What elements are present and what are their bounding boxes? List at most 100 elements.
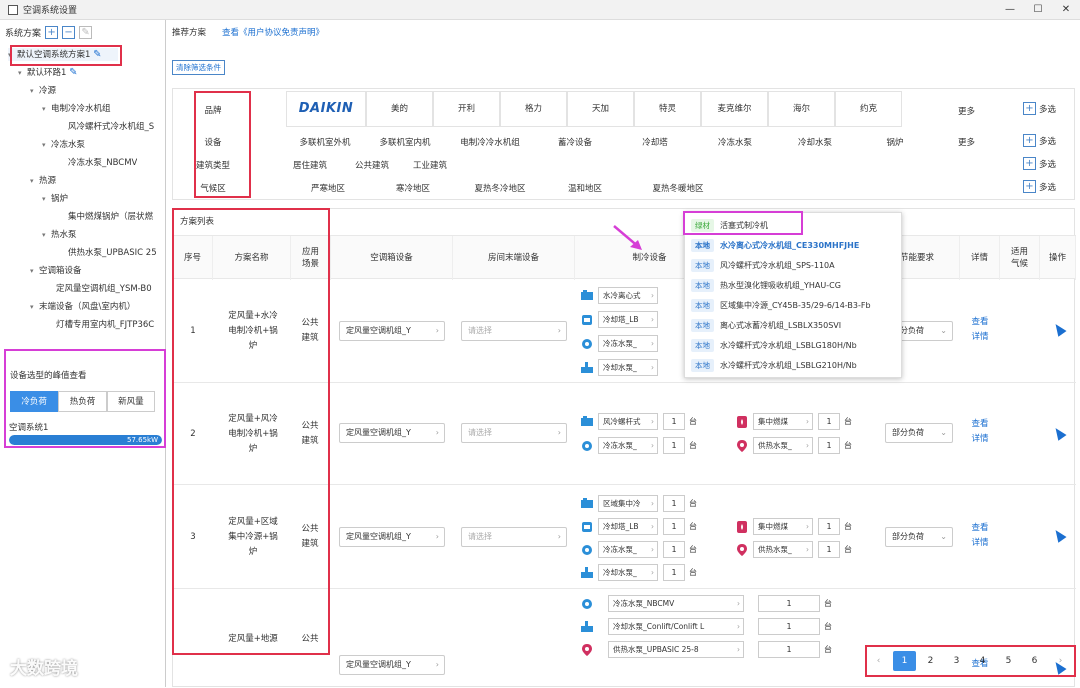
add-button[interactable]: + — [45, 25, 59, 39]
tree-node[interactable]: 冷冻水泵_NBCMV — [68, 156, 137, 168]
next-page-button[interactable]: › — [1049, 651, 1072, 671]
tree-node[interactable]: ▾ 锅炉 — [42, 192, 68, 204]
device-item[interactable]: 多联机室内机 — [365, 136, 445, 148]
brand-item[interactable]: 天加 — [567, 91, 634, 127]
dropdown-item[interactable]: 本地 离心式冰蓄冷机组_LSBLX350SVI — [691, 317, 841, 333]
climate-multi[interactable]: + 多选 — [1023, 180, 1056, 193]
brand-item[interactable]: 开利 — [433, 91, 500, 127]
tree-node[interactable]: ▾ 热水泵 — [42, 228, 77, 240]
device-item[interactable]: 电制冷冷水机组 — [445, 136, 535, 148]
locate-cursor-icon[interactable] — [1051, 321, 1067, 337]
equipment-select[interactable]: 冷却水泵_ › — [598, 564, 658, 581]
equipment-select[interactable]: 集中燃煤 › — [753, 413, 813, 430]
dropdown-item[interactable]: 本地 水冷螺杆式冷水机组_LSBLG210H/Nb — [691, 357, 857, 373]
tab-heating-load[interactable]: 热负荷 — [58, 391, 107, 412]
equipment-select[interactable]: 风冷螺杆式 › — [598, 413, 658, 430]
dropdown-item[interactable]: 本地 水冷螺杆式冷水机组_LSBLG180H/Nb — [691, 337, 857, 353]
building-item[interactable]: 居住建筑 — [275, 159, 345, 171]
page-button[interactable]: 3 — [945, 651, 968, 671]
view-detail-link[interactable]: 查看详情 — [968, 315, 992, 345]
building-multi[interactable]: + 多选 — [1023, 157, 1056, 170]
dropdown-item[interactable]: 本地 水冷离心式冷水机组_CE330MHFJHE — [691, 237, 859, 253]
tree-node[interactable]: 供热水泵_UPBASIC 25 — [68, 246, 164, 258]
building-item[interactable]: 工业建筑 — [395, 159, 465, 171]
device-item[interactable]: 蓄冷设备 — [535, 136, 615, 148]
prev-page-button[interactable]: ‹ — [867, 651, 890, 671]
minimize-button[interactable]: — — [996, 0, 1024, 20]
energy-select[interactable]: 部分负荷 ⌄ — [885, 527, 953, 547]
equipment-select[interactable]: 冷冻水泵_ › — [598, 335, 658, 352]
device-item[interactable]: 多联机室外机 — [285, 136, 365, 148]
locate-cursor-icon[interactable] — [1051, 527, 1067, 543]
device-item[interactable]: 冷却塔 — [615, 136, 695, 148]
view-detail-link[interactable]: 查看详情 — [968, 417, 992, 447]
brand-item[interactable]: 格力 — [500, 91, 567, 127]
view-detail-link[interactable]: 查看详情 — [968, 521, 992, 551]
tree-node[interactable]: ▾ 电制冷冷水机组 — [42, 102, 111, 114]
qty-field[interactable]: 1 — [663, 564, 685, 581]
brand-multi[interactable]: + 多选 — [1023, 102, 1056, 115]
device-multi[interactable]: + 多选 — [1023, 134, 1056, 147]
terminal-select[interactable]: 请选择 › — [461, 423, 567, 443]
qty-field[interactable]: 1 — [818, 518, 840, 535]
equipment-select[interactable]: 供热水泵_UPBASIC 25-8 › — [608, 641, 744, 658]
page-button[interactable]: 2 — [919, 651, 942, 671]
terminal-select[interactable]: 请选择 › — [461, 321, 567, 341]
brand-item[interactable]: 特灵 — [634, 91, 701, 127]
qty-field[interactable]: 1 — [818, 413, 840, 430]
tree-node[interactable]: ▾ 空调箱设备 — [30, 264, 82, 276]
energy-select[interactable]: 部分负荷 ⌄ — [885, 423, 953, 443]
brand-item[interactable]: 美的 — [366, 91, 433, 127]
brand-more[interactable]: 更多 — [958, 105, 975, 117]
agreement-link[interactable]: 查看《用户协议免责声明》 — [222, 26, 324, 38]
pencil-icon[interactable]: ✎ — [93, 50, 104, 61]
ahu-select[interactable]: 定风量空调机组_Y › — [339, 527, 445, 547]
equipment-select[interactable]: 区域集中冷 › — [598, 495, 658, 512]
equipment-select[interactable]: 冷却塔_LB › — [598, 518, 658, 535]
tree-node[interactable]: 风冷螺杆式冷水机组_S — [68, 120, 164, 132]
ahu-select[interactable]: 定风量空调机组_Y › — [339, 423, 445, 443]
page-button[interactable]: 6 — [1023, 651, 1046, 671]
qty-field[interactable]: 1 — [818, 541, 840, 558]
equipment-select[interactable]: 水冷离心式 › — [598, 287, 658, 304]
qty-field[interactable]: 1 — [663, 495, 685, 512]
tree-node[interactable]: ▾ 热源 — [30, 174, 56, 186]
brand-item[interactable]: 麦克维尔 — [701, 91, 768, 127]
tab-cooling-load[interactable]: 冷负荷 — [10, 391, 59, 412]
tree-node[interactable]: ▾ 末端设备（风盘\室内机） — [30, 300, 135, 312]
device-item[interactable]: 冷却水泵 — [775, 136, 855, 148]
equipment-select[interactable]: 冷冻水泵_ › — [598, 437, 658, 454]
qty-field[interactable]: 1 — [758, 595, 820, 612]
climate-item[interactable]: 严寒地区 — [288, 182, 368, 194]
tree-node[interactable]: ▾ 冷源 — [30, 84, 56, 96]
qty-field[interactable]: 1 — [663, 518, 685, 535]
qty-field[interactable]: 1 — [758, 641, 820, 658]
qty-field[interactable]: 1 — [663, 541, 685, 558]
dropdown-item[interactable]: 本地 风冷螺杆式冷水机组_SPS-110A — [691, 257, 835, 273]
page-button[interactable]: 1 — [893, 651, 916, 671]
climate-item[interactable]: 寒冷地区 — [373, 182, 453, 194]
equipment-select[interactable]: 供热水泵_ › — [753, 437, 813, 454]
equipment-select[interactable]: 冷却塔_LB › — [598, 311, 658, 328]
dropdown-item[interactable]: 本地 区域集中冷源_CY45B-35/29-6/14-B3-Fb — [691, 297, 871, 313]
dropdown-item[interactable]: 本地 热水型溴化锂吸收机组_YHAU-CG — [691, 277, 841, 293]
close-button[interactable]: ✕ — [1052, 0, 1080, 20]
equipment-select[interactable]: 集中燃煤 › — [753, 518, 813, 535]
tree-node[interactable]: 灯槽专用室内机_FJTP36C — [56, 318, 164, 330]
pencil-icon[interactable]: ✎ — [69, 68, 80, 79]
tree-node[interactable]: 集中燃煤锅炉（层状燃 — [68, 210, 164, 222]
remove-button[interactable]: − — [62, 25, 76, 39]
equipment-select[interactable]: 冷冻水泵_NBCMV › — [608, 595, 744, 612]
qty-field[interactable]: 1 — [663, 413, 685, 430]
locate-cursor-icon[interactable] — [1051, 425, 1067, 441]
brand-item[interactable]: 海尔 — [768, 91, 835, 127]
device-more[interactable]: 更多 — [958, 136, 975, 148]
edit-button[interactable]: ✎ — [79, 25, 93, 39]
climate-item[interactable]: 夏热冬暖地区 — [628, 182, 728, 194]
climate-item[interactable]: 夏热冬冷地区 — [455, 182, 545, 194]
equipment-select[interactable]: 供热水泵_ › — [753, 541, 813, 558]
equipment-select[interactable]: 冷冻水泵_ › — [598, 541, 658, 558]
climate-item[interactable]: 温和地区 — [545, 182, 625, 194]
tree-node[interactable]: ▾ 冷冻水泵 — [42, 138, 85, 150]
qty-field[interactable]: 1 — [818, 437, 840, 454]
